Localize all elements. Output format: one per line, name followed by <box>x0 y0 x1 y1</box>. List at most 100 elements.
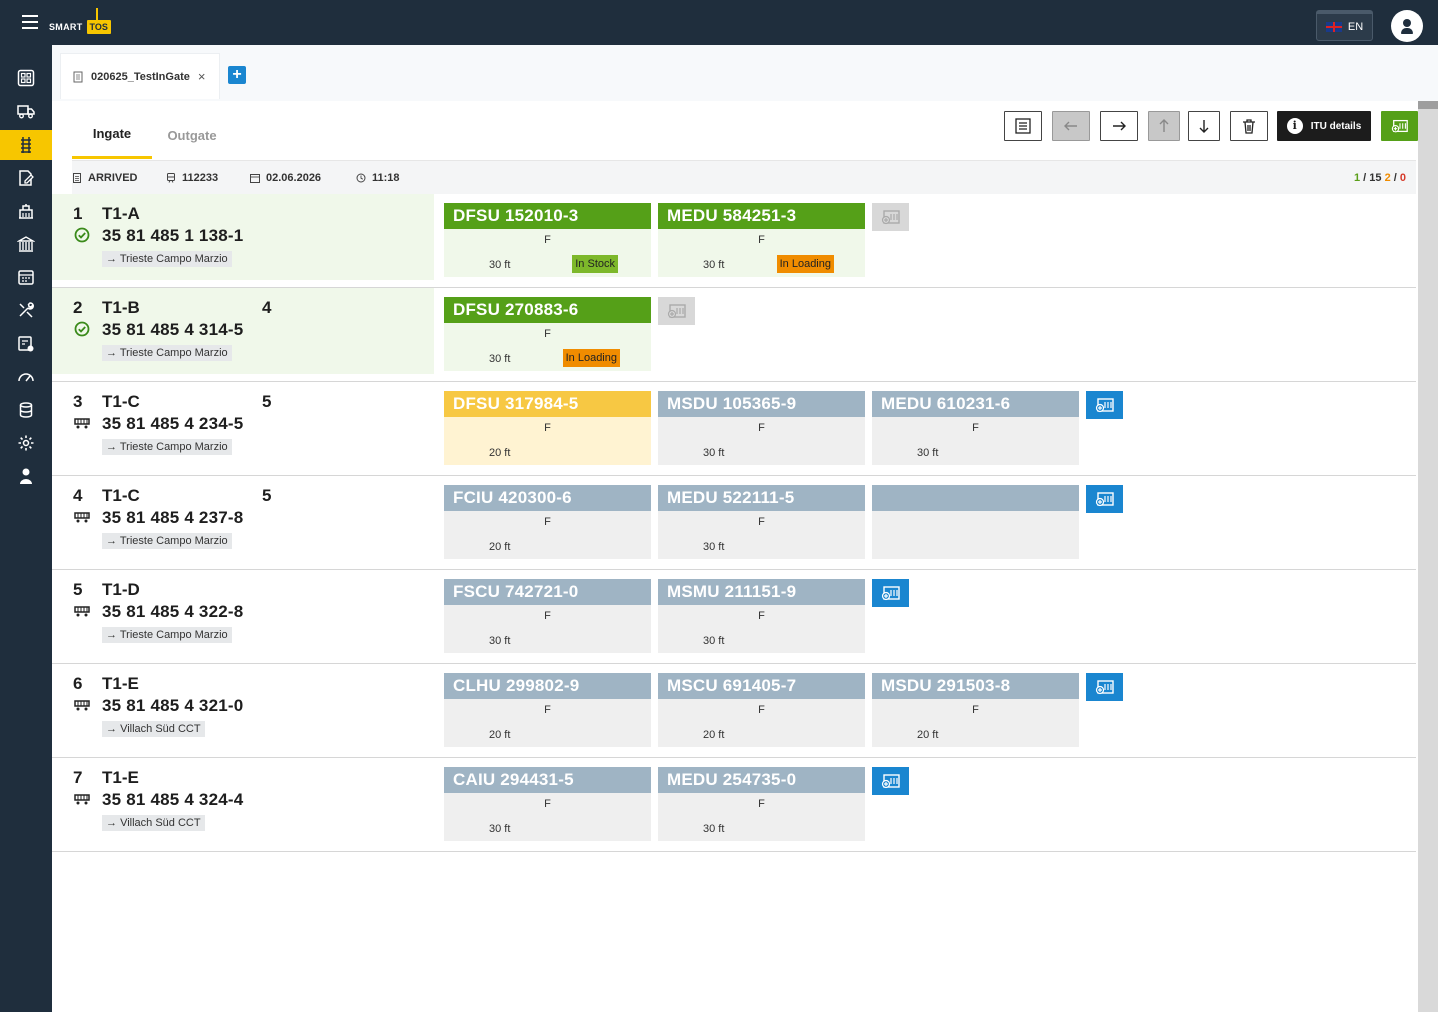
wagon-info[interactable]: 5 T1-D 35 81 485 4 322-8 → Trieste Campo Ma… <box>52 570 434 656</box>
container-card[interactable]: MEDU 584251-3 F 30 ft In Loading <box>658 203 865 277</box>
train-icon <box>167 173 175 183</box>
vertical-scrollbar[interactable] <box>1418 101 1438 1012</box>
wagon-icon <box>74 415 90 431</box>
add-tab-button[interactable]: + <box>228 66 246 84</box>
sidebar-item-users[interactable] <box>0 461 52 491</box>
list-view-button[interactable] <box>1004 111 1042 141</box>
user-account-button[interactable] <box>1391 10 1423 42</box>
sidebar-item-edit[interactable] <box>0 163 52 193</box>
wagon-info[interactable]: 1 T1-A 35 81 485 1 138-1 → Trieste Campo Ma… <box>52 194 434 280</box>
sidebar-item-gauge[interactable] <box>0 362 52 392</box>
sidebar-item-settings[interactable] <box>0 428 52 458</box>
sidebar-item-tools[interactable] <box>0 295 52 325</box>
check-circle-icon <box>74 227 90 243</box>
tab-outgate[interactable]: Outgate <box>152 111 232 159</box>
train-status: ARRIVED <box>88 172 138 184</box>
user-icon <box>1403 19 1411 27</box>
container-card[interactable]: MSMU 211151-9 F 30 ft <box>658 579 865 653</box>
container-card[interactable]: DFSU 152010-3 F 30 ft In Stock <box>444 203 651 277</box>
document-icon <box>73 71 83 82</box>
wagon-axle-count: 4 <box>262 298 272 317</box>
container-full-empty: F <box>544 704 551 716</box>
add-container-button[interactable] <box>1381 111 1418 141</box>
arrow-up-button[interactable] <box>1148 111 1180 141</box>
wagon-row[interactable]: 4 T1-C 5 35 81 485 4 237-8 → Trieste Campo M… <box>52 476 1416 570</box>
scrollbar-thumb[interactable] <box>1418 101 1438 109</box>
container-size: 30 ft <box>703 259 725 271</box>
wagon-number: 35 81 485 4 324-4 <box>102 790 244 809</box>
container-card[interactable]: MEDU 254735-0 F 30 ft <box>658 767 865 841</box>
wagon-info[interactable]: 2 T1-B 4 35 81 485 4 314-5 → Trieste Campo M… <box>52 288 434 374</box>
container-full-empty: F <box>758 422 765 434</box>
tab-ingate[interactable]: Ingate <box>72 111 152 159</box>
container-full-empty: F <box>544 234 551 246</box>
wagon-info[interactable]: 7 T1-E 35 81 485 4 324-4 → Villach Süd CCT <box>52 758 434 844</box>
wagon-row[interactable]: 3 T1-C 5 35 81 485 4 234-5 → Trieste Campo M… <box>52 382 1416 476</box>
wagon-info[interactable]: 4 T1-C 5 35 81 485 4 237-8 → Trieste Campo M… <box>52 476 434 562</box>
add-container-slot-button[interactable] <box>1086 391 1123 419</box>
container-card[interactable]: FCIU 420300-6 F 20 ft <box>444 485 651 559</box>
arrow-right-icon <box>1113 121 1126 131</box>
container-size: 30 ft <box>489 823 511 835</box>
language-selector[interactable]: EN <box>1316 10 1373 41</box>
wagon-row[interactable]: 5 T1-D 35 81 485 4 322-8 → Trieste Campo Ma… <box>52 570 1416 664</box>
sidebar-item-calendar[interactable] <box>0 262 52 292</box>
add-container-slot-button[interactable] <box>872 203 909 231</box>
container-card[interactable]: FSCU 742721-0 F 30 ft <box>444 579 651 653</box>
wagon-row[interactable]: 6 T1-E 35 81 485 4 321-0 → Villach Süd CCT C… <box>52 664 1416 758</box>
add-container-slot-button[interactable] <box>872 767 909 795</box>
container-add-icon <box>1095 397 1115 413</box>
wagon-row[interactable]: 7 T1-E 35 81 485 4 324-4 → Villach Süd CCT C… <box>52 758 1416 852</box>
close-tab-icon[interactable]: × <box>198 69 206 84</box>
container-card[interactable]: DFSU 317984-5 F 20 ft <box>444 391 651 465</box>
add-container-slot-button[interactable] <box>1086 485 1123 513</box>
container-card[interactable]: MSCU 691405-7 F 20 ft <box>658 673 865 747</box>
container-size: 30 ft <box>703 823 725 835</box>
add-container-slot-button[interactable] <box>658 297 695 325</box>
container-card[interactable]: MSDU 291503-8 F 20 ft <box>872 673 1079 747</box>
wagon-type: T1-E <box>102 674 139 693</box>
container-card[interactable]: MEDU 522111-5 F 30 ft <box>658 485 865 559</box>
container-full-empty: F <box>544 422 551 434</box>
container-card[interactable]: MSDU 105365-9 F 30 ft <box>658 391 865 465</box>
check-circle-icon <box>74 321 90 337</box>
wagon-number: 35 81 485 1 138-1 <box>102 226 244 245</box>
delete-button[interactable] <box>1230 111 1268 141</box>
itu-details-button[interactable]: i ITU details <box>1277 111 1371 141</box>
sidebar-item-monitor[interactable] <box>0 329 52 359</box>
container-status-badge: In Loading <box>562 349 620 367</box>
container-card[interactable]: MEDU 610231-6 F 30 ft <box>872 391 1079 465</box>
arrow-right-button[interactable] <box>1100 111 1138 141</box>
menu-icon[interactable] <box>22 15 38 29</box>
container-card[interactable] <box>872 485 1079 559</box>
sidebar-item-dashboard[interactable] <box>0 63 52 93</box>
container-card[interactable]: CAIU 294431-5 F 30 ft <box>444 767 651 841</box>
language-label: EN <box>1347 21 1364 33</box>
truck-icon <box>17 105 35 119</box>
wagon-row[interactable]: 1 T1-A 35 81 485 1 138-1 → Trieste Campo Ma… <box>52 194 1416 288</box>
container-full-empty: F <box>972 422 979 434</box>
wagon-destination: → Trieste Campo Marzio <box>102 533 232 549</box>
container-card[interactable]: DFSU 270883-6 F 30 ft In Loading <box>444 297 651 371</box>
arrow-down-button[interactable] <box>1188 111 1220 141</box>
document-icon <box>73 173 81 183</box>
sidebar-item-crane[interactable] <box>0 196 52 226</box>
wagon-info[interactable]: 6 T1-E 35 81 485 4 321-0 → Villach Süd CCT <box>52 664 434 750</box>
rail-track-icon <box>21 137 31 153</box>
sidebar-item-truck[interactable] <box>0 96 52 126</box>
wagon-type: T1-B <box>102 298 140 317</box>
arrow-left-button[interactable] <box>1052 111 1090 141</box>
database-icon <box>19 402 33 418</box>
tab-document[interactable]: 020625_TestInGate × <box>60 53 220 99</box>
add-container-slot-button[interactable] <box>872 579 909 607</box>
wagon-info[interactable]: 3 T1-C 5 35 81 485 4 234-5 → Trieste Campo M… <box>52 382 434 468</box>
wagon-row[interactable]: 2 T1-B 4 35 81 485 4 314-5 → Trieste Campo M… <box>52 288 1416 382</box>
add-container-slot-button[interactable] <box>1086 673 1123 701</box>
container-card[interactable]: CLHU 299802-9 F 20 ft <box>444 673 651 747</box>
main-content: 020625_TestInGate × + Ingate Outgate i I… <box>52 45 1438 1012</box>
sidebar-item-bank[interactable] <box>0 229 52 259</box>
wagon-axle-count: 5 <box>262 486 272 505</box>
container-size: 20 ft <box>489 447 511 459</box>
sidebar-item-rail[interactable] <box>0 130 52 160</box>
sidebar-item-database[interactable] <box>0 395 52 425</box>
